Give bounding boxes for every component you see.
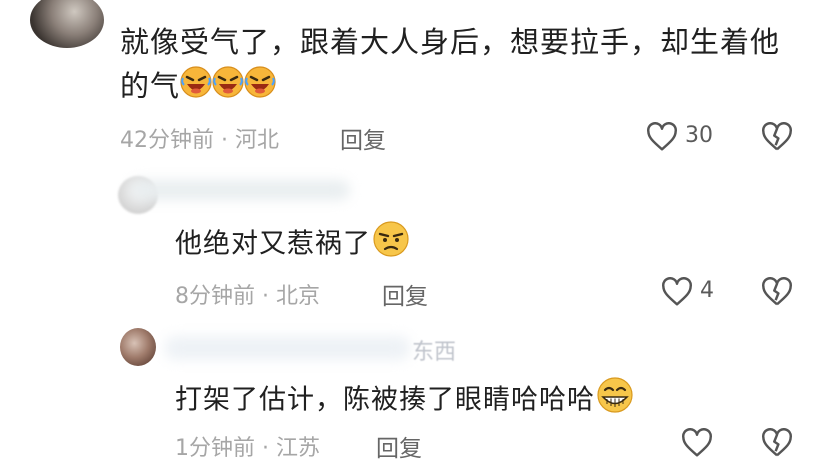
avatar[interactable] [30,0,104,48]
meta-separator: · [262,436,269,461]
broken-heart-icon [760,428,794,462]
comment-time: 42分钟前 [120,128,214,153]
comment-time: 1分钟前 [175,436,255,461]
comment-meta: 1分钟前 · 江苏 [175,430,320,462]
like-count: 4 [700,278,714,303]
heart-icon [660,277,694,311]
comment-location: 江苏 [276,436,321,461]
broken-heart-icon [760,122,794,156]
avatar[interactable] [120,328,156,366]
meta-separator: · [221,128,228,153]
dislike-button[interactable] [760,277,794,311]
username-visible[interactable]: 东西 [412,334,456,366]
reply-button[interactable]: 回复 [376,429,422,463]
comment-meta: 42分钟前 · 河北 [120,122,279,154]
laughing-crying-icon [180,64,276,112]
meta-separator: · [262,284,269,309]
heart-icon [645,122,679,156]
like-count: 30 [685,123,713,148]
comment-meta: 8分钟前 · 北京 [175,278,320,310]
broken-heart-icon [760,277,794,311]
comment-time: 8分钟前 [175,284,255,309]
username-blurred[interactable] [165,336,410,360]
username-blurred[interactable] [130,180,350,200]
like-button[interactable]: 4 [660,275,730,309]
comment-location: 北京 [276,284,321,309]
like-button[interactable]: 30 [645,120,735,154]
like-button[interactable] [680,428,714,462]
grinning-teeth-icon [595,376,635,426]
heart-icon [680,428,714,462]
comment-text: 就像受气了，跟着大人身后，想要拉手，却生着他的气 [120,20,800,112]
dislike-button[interactable] [760,122,794,156]
comment-location: 河北 [235,128,280,153]
comment-text: 他绝对又惹祸了 [175,220,735,270]
annoyed-face-icon [371,220,411,270]
comment-text: 打架了估计，陈被揍了眼睛哈哈哈 [175,376,735,426]
dislike-button[interactable] [760,428,794,462]
reply-button[interactable]: 回复 [382,277,428,311]
reply-button[interactable]: 回复 [340,121,386,155]
